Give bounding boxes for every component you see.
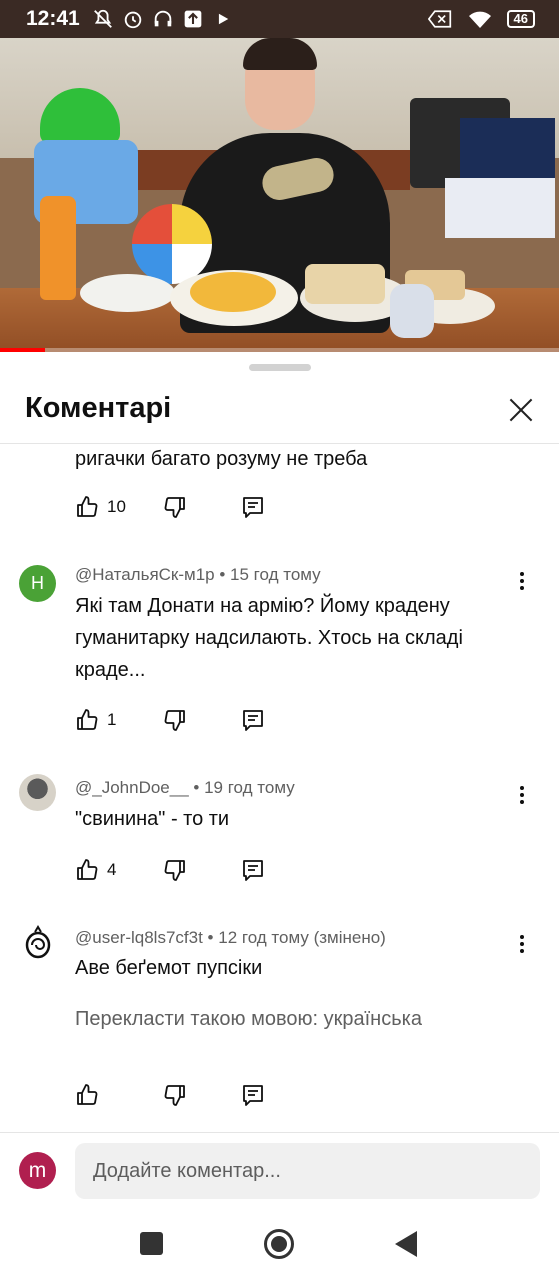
reply-button[interactable] (241, 708, 265, 732)
comment-text: Які там Донати на армію? Йому крадену гу… (75, 590, 515, 686)
close-box-icon (427, 6, 453, 32)
jar (390, 284, 434, 338)
comment-text: Аве беґемот пупсіки (75, 957, 263, 979)
more-options-icon[interactable] (512, 782, 532, 808)
thumbs-up-icon (77, 709, 98, 730)
comment-author[interactable]: @_JohnDoe__ (75, 778, 189, 797)
comments-panel: Коментарі ригачки багато розуму не треба… (0, 352, 559, 1280)
meta-separator: • (219, 565, 226, 584)
game-box-2 (445, 178, 555, 238)
comment-actions: 10 (75, 493, 263, 521)
like-button[interactable]: 1 (75, 708, 129, 732)
comment-meta: @user-lq8ls7cf3t • 12 год тому (змінено) (75, 928, 386, 948)
comment-text-line: гуманитарку надсилають. Хтось на складі (75, 627, 463, 649)
comment-time: 12 год тому (змінено) (218, 928, 386, 947)
reply-button[interactable] (241, 1083, 265, 1107)
thumbs-down-icon (164, 1085, 185, 1106)
thumbs-up-icon (77, 859, 98, 880)
like-count: 10 (107, 497, 126, 516)
avatar[interactable] (19, 774, 56, 811)
reply-button[interactable] (241, 495, 265, 519)
dislike-button[interactable] (163, 495, 187, 519)
comments-title: Коментарі (25, 392, 172, 424)
avatar[interactable]: Н (19, 565, 56, 602)
thumbs-up-icon (77, 496, 98, 517)
headset-icon (150, 6, 176, 32)
meta-separator: • (193, 778, 200, 797)
reply-icon (243, 1085, 263, 1106)
like-count: 4 (107, 860, 117, 879)
more-options-icon[interactable] (512, 568, 532, 594)
battery-icon: 46 (506, 10, 535, 28)
comment-meta: @НатальяСк-м1р • 15 год тому (75, 565, 321, 585)
dislike-button[interactable] (163, 1083, 187, 1107)
recents-button[interactable] (140, 1232, 163, 1255)
status-bar: 12:41 46 (0, 0, 559, 38)
comment-text-line: краде... (75, 659, 146, 681)
thumbs-down-icon (164, 497, 185, 518)
system-nav-bar (0, 1212, 559, 1280)
back-button[interactable] (395, 1231, 417, 1257)
my-avatar[interactable]: m (19, 1152, 56, 1189)
meta-separator: • (207, 928, 214, 947)
comment-text: ригачки багато розуму не треба (75, 448, 368, 470)
beach-ball (132, 204, 212, 284)
comment-input[interactable] (75, 1143, 540, 1199)
home-icon (271, 1236, 287, 1252)
juice-bottle (40, 196, 76, 300)
comment-actions: 4 (75, 856, 263, 884)
comments-list[interactable]: ригачки багато розуму не треба 10 Н @Нат… (0, 445, 559, 1132)
more-options-icon[interactable] (512, 931, 532, 957)
comment-time: 19 год тому (204, 778, 295, 797)
person-hair (243, 38, 317, 70)
comment-meta: @_JohnDoe__ • 19 год тому (75, 778, 295, 798)
like-button[interactable] (75, 1083, 129, 1107)
comment-actions (75, 1081, 263, 1109)
avatar[interactable] (19, 923, 56, 960)
like-button[interactable]: 4 (75, 858, 129, 882)
like-count: 1 (107, 710, 117, 729)
wifi-icon (467, 6, 493, 32)
reply-icon (243, 860, 263, 881)
thumbs-down-icon (164, 860, 185, 881)
comment-text: "свинина" - то ти (75, 808, 230, 830)
upload-icon (180, 6, 206, 32)
fries (190, 272, 276, 312)
close-icon[interactable] (505, 394, 537, 426)
reply-button[interactable] (241, 858, 265, 882)
comment-author[interactable]: @user-lq8ls7cf3t (75, 928, 203, 947)
comment-time: 15 год тому (230, 565, 321, 584)
reply-icon (243, 710, 263, 731)
alarm-icon (120, 6, 146, 32)
drag-handle[interactable] (249, 364, 311, 371)
reply-icon (243, 497, 263, 518)
comments-header: Коментарі (0, 382, 559, 444)
translate-link[interactable]: Перекласти такою мовою: українська (75, 1008, 422, 1031)
comment-text-line: Які там Донати на армію? Йому крадену (75, 595, 450, 617)
add-comment-bar: m (0, 1132, 559, 1212)
mute-icon (90, 6, 116, 32)
comment-actions: 1 (75, 706, 263, 734)
plate (80, 274, 175, 312)
thumbs-down-icon (164, 710, 185, 731)
dislike-button[interactable] (163, 708, 187, 732)
video-player[interactable] (0, 38, 559, 352)
home-button[interactable] (264, 1229, 294, 1259)
dislike-button[interactable] (163, 858, 187, 882)
thumbs-up-icon (77, 1084, 98, 1105)
play-icon (210, 6, 236, 32)
comment-author[interactable]: @НатальяСк-м1р (75, 565, 215, 584)
bread (305, 264, 385, 304)
like-button[interactable]: 10 (75, 495, 129, 519)
clock: 12:41 (26, 7, 80, 30)
